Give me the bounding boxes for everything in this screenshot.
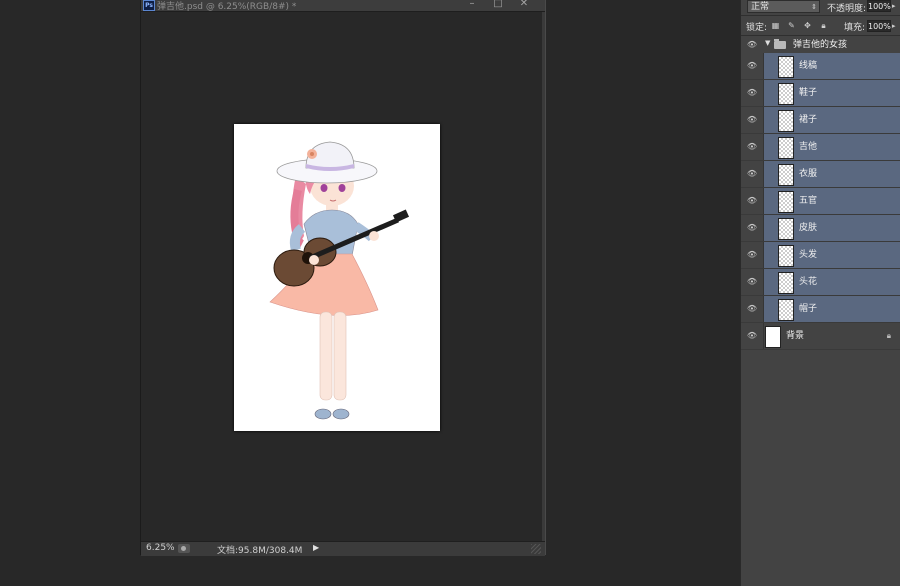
lock-row: 锁定: ▦ ✎ ✥ 🔒︎ 填充: 100% ▸	[741, 17, 900, 35]
visibility-eye-icon[interactable]: 👁︎	[741, 323, 764, 349]
layer-body[interactable]: 五官	[764, 188, 900, 214]
layer-row[interactable]: 👁︎ 吉他	[741, 134, 900, 161]
blend-mode-value: 正常	[751, 2, 770, 12]
layer-body[interactable]: 帽子	[764, 296, 900, 322]
lock-position-icon[interactable]: ✥	[803, 21, 812, 30]
layer-thumbnail	[778, 272, 794, 294]
zoom-level[interactable]: 6.25%	[146, 543, 175, 553]
divider	[741, 15, 900, 16]
status-info-icon[interactable]	[178, 544, 190, 553]
layer-name: 头发	[799, 250, 818, 260]
visibility-eye-icon[interactable]: 👁︎	[741, 53, 764, 79]
fill-label: 填充:	[844, 23, 866, 33]
group-name: 弹吉他的女孩	[793, 40, 848, 50]
guitar-girl-illustration	[269, 141, 410, 420]
visibility-eye-icon[interactable]: 👁︎	[741, 269, 764, 295]
lock-transparent-pixels-icon[interactable]: ▦	[771, 21, 780, 30]
visibility-eye-icon[interactable]: 👁︎	[741, 296, 764, 322]
layer-thumbnail	[778, 110, 794, 132]
layer-name: 帽子	[799, 304, 818, 314]
opacity-input[interactable]: 100%	[867, 0, 891, 12]
layer-name: 背景	[786, 331, 805, 341]
minimize-button[interactable]: –	[461, 0, 483, 10]
document-window: Ps 弹吉他.psd @ 6.25%(RGB/8#) * – □ ✕ 6.25%…	[140, 0, 546, 556]
restore-button[interactable]: □	[487, 0, 509, 10]
visibility-eye-icon[interactable]: 👁︎	[741, 107, 764, 133]
folder-icon	[774, 39, 786, 49]
layer-body[interactable]: 头花	[764, 269, 900, 295]
visibility-eye-icon[interactable]: 👁︎	[741, 80, 764, 106]
layer-row[interactable]: 👁︎ 头花	[741, 269, 900, 296]
layer-name: 吉他	[799, 142, 818, 152]
visibility-eye-icon[interactable]: 👁︎	[741, 37, 763, 53]
status-bar: 6.25% 文档:95.8M/308.4M ▶	[141, 541, 545, 556]
lock-icon: 🔒︎	[886, 331, 891, 340]
layer-thumbnail	[778, 56, 794, 78]
layer-thumbnail	[778, 137, 794, 159]
layer-row[interactable]: 👁︎ 衣服	[741, 161, 900, 188]
layer-body[interactable]: 裙子	[764, 107, 900, 133]
layer-name: 线稿	[799, 61, 818, 71]
layer-body[interactable]: 鞋子	[764, 80, 900, 106]
visibility-eye-icon[interactable]: 👁︎	[741, 242, 764, 268]
vertical-scrollbar[interactable]	[542, 12, 545, 541]
layer-row[interactable]: 👁︎ 裙子	[741, 107, 900, 134]
caret-down-icon[interactable]: ▼	[765, 39, 770, 47]
layer-body[interactable]: 皮肤	[764, 215, 900, 241]
layer-body[interactable]: 头发	[764, 242, 900, 268]
layer-name: 五官	[799, 196, 818, 206]
layer-thumbnail	[778, 245, 794, 267]
opacity-label: 不透明度:	[827, 4, 867, 14]
visibility-eye-icon[interactable]: 👁︎	[741, 134, 764, 160]
fill-input[interactable]: 100%	[867, 20, 891, 32]
layer-name: 裙子	[799, 115, 818, 125]
resize-grip-icon[interactable]	[531, 544, 541, 554]
close-button[interactable]: ✕	[513, 0, 535, 10]
layer-body[interactable]: 线稿	[764, 53, 900, 79]
chevron-right-icon[interactable]: ▸	[892, 22, 896, 30]
layer-name: 皮肤	[799, 223, 818, 233]
lock-image-pixels-icon[interactable]: ✎	[787, 21, 796, 30]
layer-body[interactable]: 衣服	[764, 161, 900, 187]
layer-thumbnail	[765, 326, 781, 348]
canvas-area[interactable]	[141, 12, 543, 541]
layer-row[interactable]: 👁︎ 头发	[741, 242, 900, 269]
chevron-updown-icon: ⇕	[811, 3, 817, 11]
layer-thumbnail	[778, 299, 794, 321]
visibility-eye-icon[interactable]: 👁︎	[741, 215, 764, 241]
divider	[741, 35, 900, 36]
layers-panel: 正常 ⇕ 不透明度: 100% ▸ 锁定: ▦ ✎ ✥ 🔒︎ 填充: 100% …	[740, 0, 900, 586]
layer-row[interactable]: 👁︎ 帽子	[741, 296, 900, 323]
visibility-eye-icon[interactable]: 👁︎	[741, 161, 764, 187]
document-title: 弹吉他.psd @ 6.25%(RGB/8#) *	[157, 2, 297, 12]
photoshop-app-icon: Ps	[143, 0, 155, 11]
document-canvas[interactable]	[234, 124, 440, 431]
layer-thumbnail	[778, 191, 794, 213]
layer-thumbnail	[778, 164, 794, 186]
document-title-bar[interactable]: Ps 弹吉他.psd @ 6.25%(RGB/8#) * – □ ✕	[141, 0, 545, 12]
layer-thumbnail	[778, 83, 794, 105]
document-size: 文档:95.8M/308.4M	[217, 546, 303, 556]
layer-name: 头花	[799, 277, 818, 287]
lock-all-icon[interactable]: 🔒︎	[819, 21, 828, 30]
layer-body[interactable]: 吉他	[764, 134, 900, 160]
layer-name: 衣服	[799, 169, 818, 179]
blend-mode-select[interactable]: 正常 ⇕	[747, 0, 820, 13]
status-menu-arrow-icon[interactable]: ▶	[313, 543, 319, 552]
visibility-eye-icon[interactable]: 👁︎	[741, 188, 764, 214]
layer-row[interactable]: 👁︎ 鞋子	[741, 80, 900, 107]
layer-thumbnail	[778, 218, 794, 240]
background-layer-row[interactable]: 👁︎ 背景 🔒︎	[741, 323, 900, 350]
lock-label: 锁定:	[746, 23, 768, 33]
layer-row[interactable]: 👁︎ 皮肤	[741, 215, 900, 242]
layer-name: 鞋子	[799, 88, 818, 98]
layer-row[interactable]: 👁︎ 五官	[741, 188, 900, 215]
layer-body[interactable]: 背景 🔒︎	[764, 323, 900, 349]
layer-row[interactable]: 👁︎ 线稿	[741, 53, 900, 80]
chevron-right-icon[interactable]: ▸	[892, 2, 896, 10]
layer-group-row[interactable]: 👁︎ ▼ 弹吉他的女孩	[741, 37, 900, 54]
